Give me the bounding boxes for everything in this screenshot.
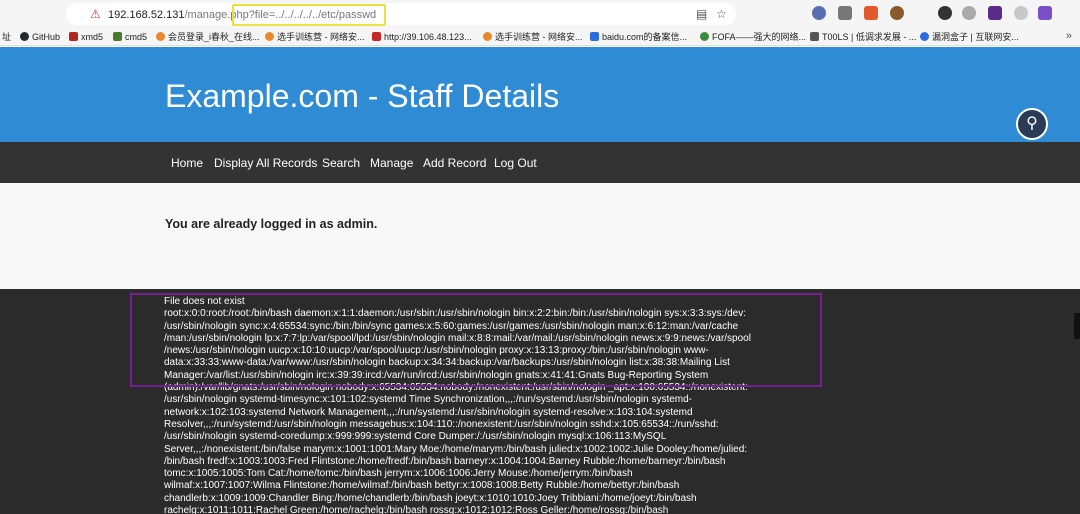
- bookmarks-bar: 址 GitHub xmd5 cmd5 会员登录_i春秋_在线... 选手训练营 …: [0, 28, 1080, 46]
- favicon-icon: [920, 32, 929, 41]
- bookmark-label: 会员登录_i春秋_在线...: [168, 32, 260, 42]
- favicon-icon: [483, 32, 492, 41]
- site-header: Example.com - Staff Details ⚲: [0, 47, 1080, 142]
- output-line: Server,,,:/nonexistent:/bin/false marym:…: [164, 443, 748, 455]
- extension-icon[interactable]: [962, 6, 976, 20]
- extension-icon[interactable]: [988, 6, 1002, 20]
- url-query-highlight: [232, 4, 386, 26]
- output-line: network:x:102:103:systemd Network Manage…: [164, 406, 693, 418]
- bookmark-item[interactable]: 选手训练营 - 网络安...: [265, 31, 365, 43]
- address-bar[interactable]: ⚠ 192.168.52.131/manage.php?file=../../.…: [66, 3, 736, 25]
- extension-icon[interactable]: [890, 6, 904, 20]
- output-line: wilmaf:x:1007:1007:Wilma Flintstone:/hom…: [164, 480, 680, 492]
- output-line: chandlerb:x:1009:1009:Chandler Bing:/hom…: [164, 492, 697, 504]
- nav-home[interactable]: Home: [171, 156, 203, 170]
- bookmark-label: 址: [2, 32, 12, 42]
- main-nav: Home Display All Records Search Manage A…: [0, 142, 1080, 183]
- bookmark-item[interactable]: GitHub: [20, 31, 60, 43]
- bookmark-label: xmd5: [81, 32, 104, 42]
- double-chevron-right-icon[interactable]: »: [1066, 30, 1072, 42]
- extension-icon[interactable]: [1038, 6, 1052, 20]
- file-output-panel: File does not exist root:x:0:0:root:/root…: [0, 289, 1080, 514]
- bookmark-label: 选手训练营 - 网络安...: [277, 32, 365, 42]
- bookmark-item[interactable]: cmd5: [113, 31, 147, 43]
- nav-search[interactable]: Search: [322, 156, 360, 170]
- output-line: /bin/bash fredf:x:1003:1003:Fred Flintst…: [164, 455, 726, 467]
- bookmark-item[interactable]: baidu.com的备案信...: [590, 31, 687, 43]
- nav-log-out[interactable]: Log Out: [494, 156, 537, 170]
- nav-add-record[interactable]: Add Record: [423, 156, 486, 170]
- bookmark-label: GitHub: [32, 32, 61, 42]
- nav-display-all-records[interactable]: Display All Records: [214, 156, 317, 170]
- favicon-icon: [700, 32, 709, 41]
- login-status-message: You are already logged in as admin.: [165, 217, 378, 231]
- bookmark-label: cmd5: [125, 32, 148, 42]
- output-line: tomc:x:1005:1005:Tom Cat:/home/tomc:/bin…: [164, 468, 633, 480]
- favicon-icon: [156, 32, 165, 41]
- output-line: Resolver,,,:/run/systemd:/usr/sbin/nolog…: [164, 418, 719, 430]
- favicon-icon: [810, 32, 819, 41]
- browser-toolbar: ◯ ⚠ 192.168.52.131/manage.php?file=../..…: [0, 0, 1080, 28]
- bookmark-item[interactable]: xmd5: [69, 31, 103, 43]
- lock-icon[interactable]: ⚠: [90, 8, 101, 20]
- favicon-icon: [590, 32, 599, 41]
- bookmark-item[interactable]: T00LS | 低调求发展 - ...: [810, 31, 916, 43]
- favicon-icon: [69, 32, 78, 41]
- github-icon: [20, 32, 29, 41]
- extension-icon[interactable]: ⚲: [1016, 108, 1048, 140]
- star-icon[interactable]: ☆: [716, 8, 727, 20]
- favicon-icon: [113, 32, 122, 41]
- extension-icon[interactable]: [1014, 6, 1028, 20]
- favicon-icon: [265, 32, 274, 41]
- bookmark-item[interactable]: 选手训练营 - 网络安...: [483, 31, 583, 43]
- bookmark-label: baidu.com的备案信...: [602, 32, 688, 42]
- bookmark-item[interactable]: http://39.106.48.123...: [372, 31, 472, 43]
- extension-icon[interactable]: [838, 6, 852, 20]
- output-line: /usr/sbin/nologin systemd-timesync:x:101…: [164, 394, 693, 406]
- output-highlight-box: [130, 293, 822, 387]
- favicon-icon: [372, 32, 381, 41]
- bookmark-label: T00LS | 低调求发展 - ...: [822, 32, 917, 42]
- bookmark-item[interactable]: 会员登录_i春秋_在线...: [156, 31, 260, 43]
- output-line: /usr/sbin/nologin systemd-coredump:x:999…: [164, 431, 667, 443]
- bookmark-label: FOFA——强大的网络...: [712, 32, 807, 42]
- nav-manage[interactable]: Manage: [370, 156, 413, 170]
- bookmark-label: 选手训练营 - 网络安...: [495, 32, 583, 42]
- bookmark-item[interactable]: 漏洞盒子 | 互联网安...: [920, 31, 1019, 43]
- bookmark-label: 漏洞盒子 | 互联网安...: [932, 32, 1019, 42]
- output-line: rachelg:x:1011:1011:Rachel Green:/home/r…: [164, 505, 669, 514]
- extension-icon[interactable]: [938, 6, 952, 20]
- main-content: You are already logged in as admin.: [0, 183, 1080, 289]
- extension-icon[interactable]: [864, 6, 878, 20]
- bookmark-item[interactable]: 址: [2, 31, 11, 43]
- scrollbar-thumb[interactable]: [1074, 313, 1080, 339]
- url-host: 192.168.52.131: [108, 9, 185, 21]
- bookmark-item[interactable]: FOFA——强大的网络...: [700, 31, 806, 43]
- bookmark-label: http://39.106.48.123...: [384, 32, 472, 42]
- reader-mode-icon[interactable]: ▤: [696, 8, 707, 20]
- page-title: Example.com - Staff Details: [165, 78, 560, 114]
- extension-icon[interactable]: [812, 6, 826, 20]
